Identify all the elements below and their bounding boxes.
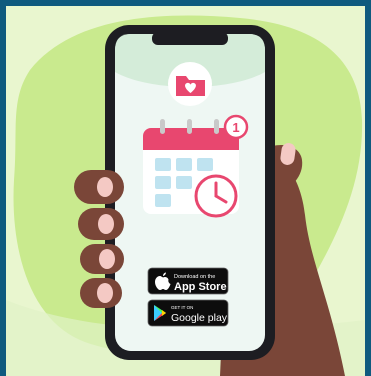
clock-icon [194, 174, 238, 218]
finger-nail-2 [98, 214, 114, 234]
notification-count: 1 [232, 120, 239, 135]
google-play-small-label: GET IT ON [171, 305, 193, 310]
notification-badge: 1 [223, 114, 249, 140]
illustration: 1 Download on the App Store GET IT ON Go… [0, 0, 371, 376]
google-play-button[interactable]: GET IT ON Google play [147, 299, 229, 327]
illustration-canvas: 1 Download on the App Store GET IT ON Go… [0, 0, 371, 376]
app-store-large-label: App Store [174, 281, 227, 293]
finger-nail-4 [97, 283, 113, 303]
app-store-button[interactable]: Download on the App Store [147, 267, 229, 295]
finger-nail-1 [97, 177, 113, 197]
finger-nail-3 [99, 249, 115, 269]
google-play-large-label: Google play [171, 312, 228, 324]
app-store-small-label: Download on the [174, 274, 215, 280]
phone-notch [152, 32, 228, 45]
